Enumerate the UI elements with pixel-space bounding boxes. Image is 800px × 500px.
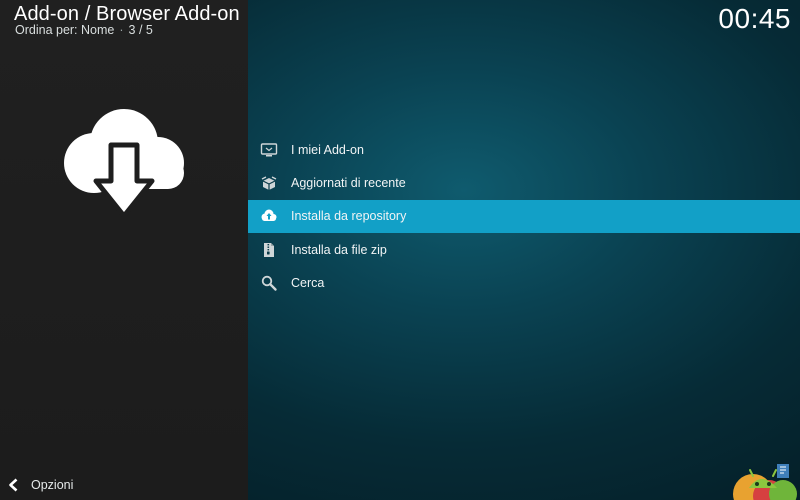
menu-item-label: I miei Add-on [291, 142, 364, 157]
options-button[interactable]: Opzioni [6, 477, 73, 493]
menu-item-label: Cerca [291, 275, 325, 290]
menu-item-my-addons[interactable]: I miei Add-on [248, 133, 800, 166]
addon-menu: I miei Add-on Aggiornati di recente Inst… [248, 133, 800, 299]
cloud-upload-icon [260, 207, 278, 225]
open-box-icon [260, 174, 278, 192]
cloud-download-icon [62, 105, 186, 223]
menu-item-label: Installa da repository [291, 209, 407, 224]
menu-item-recently-updated[interactable]: Aggiornati di recente [248, 166, 800, 199]
sort-label[interactable]: Ordina per: Nome [15, 23, 114, 37]
search-icon [260, 274, 278, 292]
chevron-left-icon [6, 477, 22, 493]
menu-item-label: Aggiornati di recente [291, 175, 406, 190]
options-label: Opzioni [31, 478, 74, 492]
item-position: 3 / 5 [128, 23, 153, 37]
breadcrumb-info: Ordina per: Nome · 3 / 5 [15, 23, 153, 37]
menu-item-install-from-zip[interactable]: Installa da file zip [248, 233, 800, 266]
zip-file-icon [260, 241, 278, 259]
left-panel [0, 0, 248, 500]
menu-item-search[interactable]: Cerca [248, 266, 800, 299]
separator: · [119, 23, 124, 37]
screen-icon [260, 141, 278, 159]
clock: 00:45 [718, 3, 791, 34]
menu-item-label: Installa da file zip [291, 242, 387, 257]
menu-item-install-from-repository[interactable]: Installa da repository [248, 199, 800, 233]
android-logo [733, 458, 797, 500]
